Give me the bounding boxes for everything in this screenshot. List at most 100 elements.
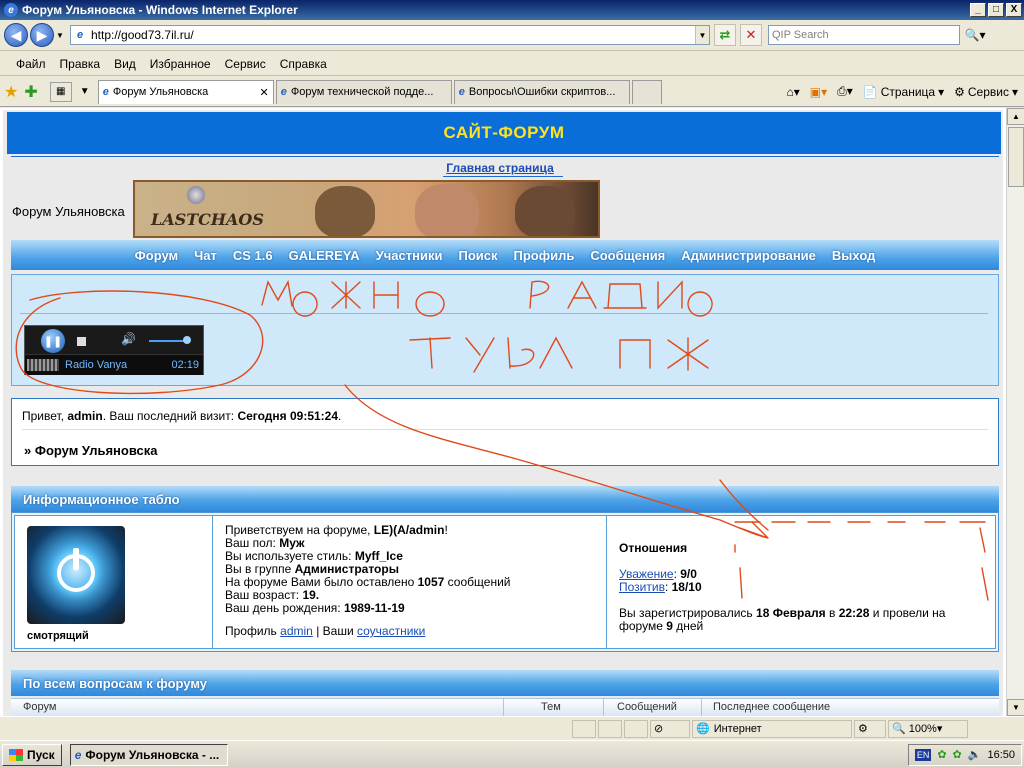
nav-admin[interactable]: Администрирование (673, 248, 824, 263)
scroll-up-icon[interactable]: ▲ (1007, 108, 1024, 125)
print-icon[interactable]: ⎙▾ (837, 84, 853, 99)
user-details: Приветствуем на форуме, LE)(A/admin! Ваш… (215, 516, 607, 648)
minimize-button[interactable]: _ (970, 3, 986, 17)
col-posts: Сообщений (617, 701, 677, 713)
clock: 16:50 (987, 748, 1015, 761)
new-tab-button[interactable] (631, 79, 662, 104)
tab-list-dropdown-icon[interactable]: ▼ (74, 82, 96, 102)
categories-columns: Форум Тем Сообщений Последнее сообщение (11, 698, 999, 716)
system-tray: EN ✿ ✿ 🔈 16:50 (907, 743, 1022, 766)
relations-title: Отношения (619, 541, 688, 555)
menu-tools[interactable]: Сервис (219, 57, 274, 71)
nav-galereya[interactable]: GALEREYA (281, 248, 368, 263)
nav-messages[interactable]: Сообщения (582, 248, 673, 263)
banner-orb (187, 186, 205, 204)
maximize-button[interactable]: □ (988, 3, 1004, 17)
address-dropdown-icon[interactable]: ▼ (695, 26, 709, 44)
nav-members[interactable]: Участники (368, 248, 451, 263)
divider (443, 176, 563, 177)
menu-favorites[interactable]: Избранное (144, 57, 219, 71)
tray-icon[interactable]: ✿ (937, 748, 946, 761)
user-title: смотрящий (27, 630, 89, 642)
banner-character (315, 186, 375, 236)
volume-knob[interactable] (183, 336, 191, 344)
nav-chat[interactable]: Чат (186, 248, 225, 263)
menu-help[interactable]: Справка (274, 57, 335, 71)
menu-edit[interactable]: Правка (54, 57, 109, 71)
stop-icon[interactable] (77, 337, 86, 346)
participants-link[interactable]: соучастники (357, 624, 425, 638)
lastchaos-banner[interactable]: LASTCHAOS (133, 180, 600, 238)
respect-link[interactable]: Уважение (619, 567, 674, 581)
forum-page: САЙТ-ФОРУМ Главная страница Форум Ульяно… (3, 110, 1003, 716)
pause-button[interactable]: ❚❚ (41, 329, 65, 353)
tray-icon[interactable]: ✿ (953, 748, 962, 761)
categories-title: По всем вопросам к форуму (11, 670, 999, 696)
nav-cs16[interactable]: CS 1.6 (225, 248, 281, 263)
info-board-title: Информационное табло (11, 486, 999, 512)
taskbar-item-ie[interactable]: e Форум Ульяновска - ... (69, 743, 228, 766)
ie-icon: e (74, 747, 82, 762)
positive-link[interactable]: Позитив (619, 580, 665, 594)
privacy-icon[interactable]: ⊘ (650, 719, 690, 738)
tab-script-errors[interactable]: e Вопросы\Ошибки скриптов... (453, 79, 630, 104)
back-button[interactable]: ◀ (4, 23, 28, 47)
media-player: ❚❚ 🔊 Radio Vanya 02:19 (24, 325, 204, 375)
menu-view[interactable]: Вид (108, 57, 144, 71)
address-url[interactable]: http://good73.7il.ru/ (91, 28, 695, 42)
main-page-link[interactable]: Главная страница (3, 161, 997, 175)
tools-menu-button[interactable]: ⚙ Сервис ▾ (954, 85, 1018, 99)
forward-button[interactable]: ▶ (30, 23, 54, 47)
history-dropdown-icon[interactable]: ▼ (56, 31, 66, 40)
divider (20, 313, 988, 314)
greeting: Привет, admin. Ваш последний визит: Сего… (22, 409, 342, 423)
avatar[interactable] (27, 526, 125, 624)
tab-page-icon: e (280, 86, 287, 98)
quick-tabs-icon[interactable]: ▦ (49, 81, 72, 102)
address-field[interactable]: e http://good73.7il.ru/ ▼ (70, 25, 710, 45)
col-last-post: Последнее сообщение (713, 701, 831, 713)
tab-forum-ulyanovsk[interactable]: e Форум Ульяновска ✕ (97, 79, 274, 104)
start-button[interactable]: Пуск (2, 743, 62, 766)
positive-line: Позитив: 18/10 (619, 580, 702, 594)
scroll-thumb[interactable] (1008, 127, 1024, 187)
close-button[interactable]: X (1006, 3, 1022, 17)
language-indicator[interactable]: EN (914, 748, 932, 761)
taskbar: Пуск e Форум Ульяновска - ... EN ✿ ✿ 🔈 1… (0, 740, 1024, 768)
security-zone[interactable]: 🌐 Интернет (692, 719, 852, 738)
forum-nav: Форум Чат CS 1.6 GALEREYA Участники Поис… (11, 240, 999, 270)
nav-search[interactable]: Поиск (450, 248, 505, 263)
command-bar: ⌂▾ ▣▾ ⎙▾ 📄 Страница ▾ ⚙ Сервис ▾ (786, 84, 1024, 99)
tab-tech-support[interactable]: e Форум технической подде... (275, 79, 452, 104)
page-menu-button[interactable]: 📄 Страница ▾ (863, 85, 944, 99)
vertical-scrollbar[interactable]: ▲ ▼ (1006, 108, 1024, 716)
profile-link[interactable]: admin (280, 624, 313, 638)
ie-logo-icon: e (4, 3, 18, 17)
volume-tray-icon[interactable]: 🔈 (968, 748, 982, 761)
search-input[interactable]: QIP Search (768, 25, 960, 45)
nav-forum[interactable]: Форум (127, 248, 186, 263)
home-icon[interactable]: ⌂▾ (786, 85, 799, 99)
menu-file[interactable]: Файл (10, 57, 54, 71)
address-row: ◀ ▶ ▼ e http://good73.7il.ru/ ▼ ⇄ ✕ QIP … (0, 20, 1024, 51)
add-favorite-icon[interactable]: ✚ (24, 82, 37, 102)
banner-logo-text: LASTCHAOS (151, 210, 264, 229)
nav-profile[interactable]: Профиль (506, 248, 583, 263)
site-name: Форум Ульяновска (12, 204, 125, 219)
volume-icon[interactable]: 🔊 (121, 332, 136, 346)
feeds-icon[interactable]: ▣▾ (810, 85, 827, 99)
zoom-button[interactable]: 🔍 100% ▾ (888, 719, 968, 738)
nav-logout[interactable]: Выход (824, 248, 883, 263)
protected-mode-icon[interactable]: ⚙ (854, 719, 886, 738)
stop-button[interactable]: ✕ (740, 24, 762, 46)
breadcrumb[interactable]: » Форум Ульяновска (24, 443, 157, 458)
tab-page-icon: e (458, 86, 465, 98)
refresh-button[interactable]: ⇄ (714, 24, 736, 46)
scroll-down-icon[interactable]: ▼ (1007, 699, 1024, 716)
tab-close-icon[interactable]: ✕ (254, 86, 269, 99)
search-icon[interactable]: 🔍▾ (964, 25, 986, 45)
divider (22, 429, 988, 430)
banner-character (515, 186, 575, 236)
avatar-cell: смотрящий (15, 516, 213, 648)
favorites-star-icon[interactable]: ★ (4, 82, 18, 102)
